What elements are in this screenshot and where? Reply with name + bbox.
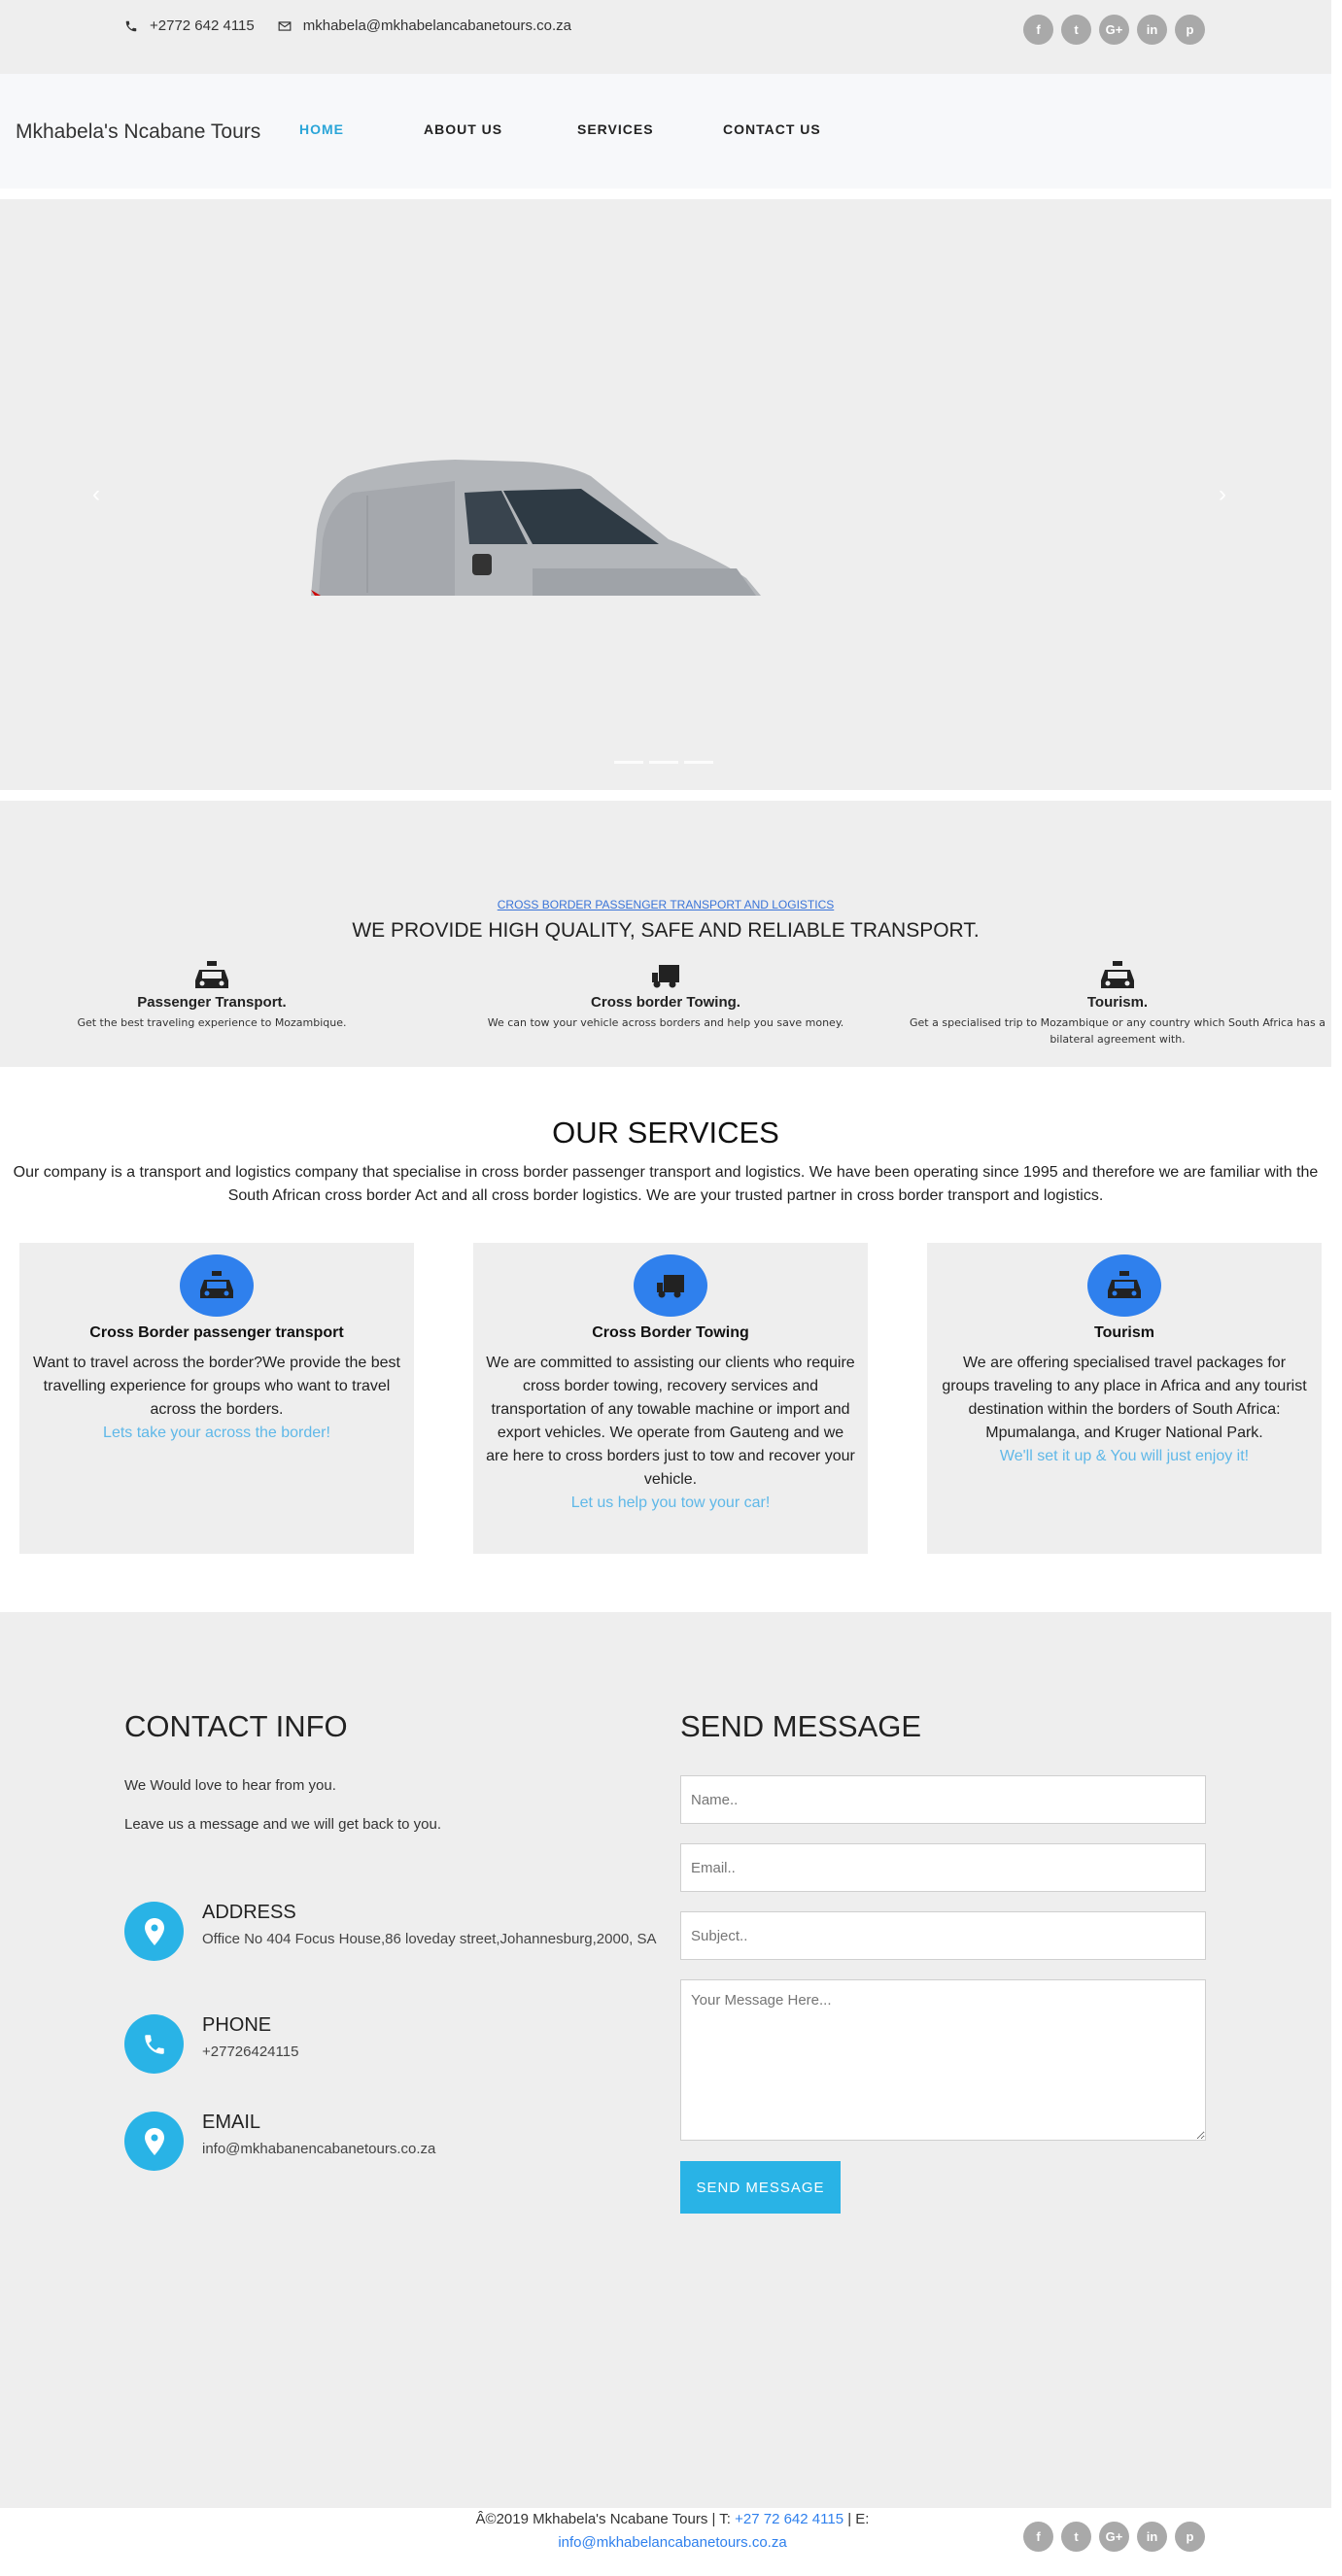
features-heading: WE PROVIDE HIGH QUALITY, SAFE AND RELIAB… [352,919,980,942]
phone-value: +27726424115 [202,2044,299,2060]
carousel-dot[interactable] [649,761,678,764]
top-bar: +2772 642 4115 mkhabela@mkhabelancabanet… [0,0,1331,74]
linkedin-icon[interactable]: in [1137,2522,1167,2552]
phone-icon [125,20,137,31]
email-block: EMAIL info@mkhabanencabanetours.co.za [124,2112,659,2171]
phone-block: PHONE +27726424115 [124,2014,659,2074]
top-social-links: f t G+ in p [1023,15,1205,45]
twitter-icon[interactable]: t [1061,15,1091,45]
name-input[interactable] [680,1775,1206,1824]
feature-desc: We can tow your vehicle across borders a… [487,1016,844,1029]
send-message-button[interactable]: SEND MESSAGE [680,2161,841,2214]
nav-home[interactable]: HOME [299,121,424,137]
feature-item: Passenger Transport. Get the best travel… [3,961,421,1031]
pinterest-icon[interactable]: p [1175,15,1205,45]
nav-services[interactable]: SERVICES [577,121,723,137]
carousel-dot[interactable] [684,761,713,764]
contact-section: CONTACT INFO We Would love to hear from … [0,1612,1331,2508]
top-email[interactable]: mkhabela@mkhabelancabanetours.co.za [303,17,571,34]
feature-desc: Get a specialised trip to Mozambique or … [910,1016,1325,1046]
facebook-icon[interactable]: f [1023,15,1053,45]
map-pin-icon [144,2127,164,2155]
address-label: ADDRESS [202,1902,296,1923]
service-card-title: Cross Border Towing [592,1324,749,1341]
facebook-icon[interactable]: f [1023,2522,1053,2552]
service-card: Cross Border Towing We are committed to … [473,1243,868,1554]
carousel-dot[interactable] [614,761,643,764]
service-card-desc: We are committed to assisting our client… [486,1355,855,1488]
van-image [311,460,761,596]
truck-icon [652,965,679,988]
carousel-indicators [614,761,713,764]
taxi-icon [200,1271,233,1298]
features-tag-link[interactable]: CROSS BORDER PASSENGER TRANSPORT AND LOG… [0,898,1331,911]
top-phone: +2772 642 4115 [150,17,255,34]
feature-item: Tourism. Get a specialised trip to Mozam… [909,961,1326,1048]
taxi-icon [195,961,228,988]
service-card-desc: Want to travel across the border?We prov… [33,1355,400,1418]
services-title: OUR SERVICES [552,1116,779,1150]
address-value: Office No 404 Focus House,86 loveday str… [202,1931,657,1947]
linkedin-icon[interactable]: in [1137,15,1167,45]
subject-input[interactable] [680,1911,1206,1960]
main-nav: Mkhabela's Ncabane Tours HOME ABOUT US S… [0,74,1331,189]
service-card-link[interactable]: Lets take your across the border! [31,1422,402,1445]
features-section: CROSS BORDER PASSENGER TRANSPORT AND LOG… [0,801,1331,1067]
footer-email-link[interactable]: info@mkhabelancabanetours.co.za [558,2534,786,2551]
footer-text: Â©2019 Mkhabela's Ncabane Tours | T: +27… [459,2508,886,2555]
service-card-title: Cross Border passenger transport [89,1324,344,1341]
nav-contact[interactable]: CONTACT US [723,121,840,137]
send-message-title: SEND MESSAGE [680,1709,922,1743]
taxi-icon [1101,961,1134,988]
email-input[interactable] [680,1843,1206,1892]
envelope-icon [278,20,292,31]
email-label: EMAIL [202,2112,261,2133]
site-brand[interactable]: Mkhabela's Ncabane Tours [16,120,260,144]
contact-intro-1: We Would love to hear from you. [124,1777,336,1794]
carousel-prev-icon[interactable]: ‹ [92,481,100,508]
google-plus-icon[interactable]: G+ [1099,2522,1129,2552]
service-card-title: Tourism [1094,1324,1154,1341]
truck-icon [657,1275,684,1298]
footer: Â©2019 Mkhabela's Ncabane Tours | T: +27… [0,2508,1331,2576]
service-card-link[interactable]: Let us help you tow your car! [485,1492,856,1515]
contact-intro-2: Leave us a message and we will get back … [124,1816,442,1833]
footer-copyright: Â©2019 Mkhabela's Ncabane Tours | T: [475,2511,736,2527]
phone-label: PHONE [202,2014,272,2036]
pinterest-icon[interactable]: p [1175,2522,1205,2552]
feature-desc: Get the best traveling experience to Moz… [77,1016,347,1029]
address-block: ADDRESS Office No 404 Focus House,86 lov… [124,1902,659,1961]
carousel-next-icon[interactable]: › [1219,481,1226,508]
feature-title: Passenger Transport. [137,994,287,1011]
feature-title: Cross border Towing. [591,994,740,1011]
service-card: Cross Border passenger transport Want to… [19,1243,414,1554]
feature-title: Tourism. [1086,994,1149,1011]
services-intro: Our company is a transport and logistics… [13,1164,1319,1204]
nav-links: HOME ABOUT US SERVICES CONTACT US [299,121,840,137]
footer-email-label: | E: [843,2511,870,2527]
message-textarea[interactable] [680,1979,1206,2141]
phone-icon [144,2034,164,2054]
twitter-icon[interactable]: t [1061,2522,1091,2552]
service-card-desc: We are offering specialised travel packa… [942,1355,1307,1441]
feature-item: Cross border Towing. We can tow your veh… [457,961,875,1031]
contact-info-title: CONTACT INFO [124,1709,348,1743]
nav-about[interactable]: ABOUT US [424,121,577,137]
footer-phone-link[interactable]: +27 72 642 4115 [735,2511,843,2527]
email-value: info@mkhabanencabanetours.co.za [202,2141,436,2157]
google-plus-icon[interactable]: G+ [1099,15,1129,45]
taxi-icon [1108,1271,1141,1298]
top-contact: +2772 642 4115 mkhabela@mkhabelancabanet… [124,17,595,34]
service-card: Tourism We are offering specialised trav… [927,1243,1322,1554]
service-card-link[interactable]: We'll set it up & You will just enjoy it… [939,1445,1310,1468]
hero-carousel: ‹ › [0,199,1331,790]
map-pin-icon [144,1917,164,1945]
footer-social-links: f t G+ in p [1023,2522,1205,2552]
